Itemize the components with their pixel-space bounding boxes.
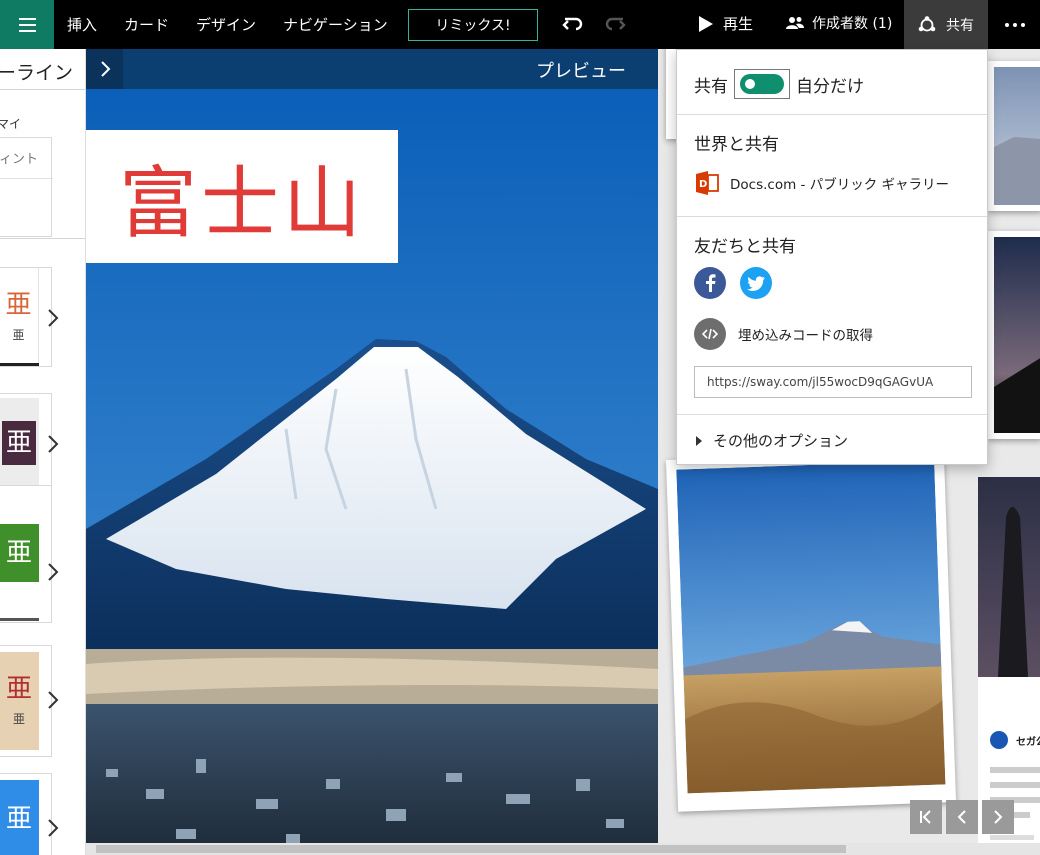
undo-icon[interactable]	[560, 12, 586, 38]
share-toggle[interactable]	[734, 69, 790, 99]
thumb-glyph: 亜	[5, 804, 32, 834]
title-card[interactable]: 富士山	[86, 130, 398, 263]
share-url-field[interactable]	[694, 366, 972, 398]
hero-image: 富士山	[86, 89, 658, 855]
caret-right-icon	[696, 435, 702, 446]
docs-label: Docs.com - パブリック ギャラリー	[730, 177, 949, 193]
divider	[0, 238, 85, 239]
people-icon	[786, 17, 804, 29]
preview-label: プレビュー	[536, 61, 626, 82]
friends-share-title: 友だちと共有	[694, 237, 796, 257]
share-prefix-label: 共有	[694, 76, 728, 97]
code-icon	[694, 318, 726, 350]
summary-label: マイ	[0, 117, 22, 131]
chevron-left-icon	[957, 810, 966, 824]
previous-page-button[interactable]	[946, 800, 978, 834]
share-suffix-label: 自分だけ	[796, 76, 864, 97]
mountain-thumbnail	[994, 67, 1040, 205]
remix-button[interactable]: リミックス!	[408, 9, 538, 41]
divider	[0, 89, 85, 90]
docs-gallery-link[interactable]: D Docs.com - パブリック ギャラリー	[694, 170, 949, 196]
thumb-glyph-small: 亜	[12, 327, 25, 342]
menu-insert[interactable]: 挿入	[67, 14, 97, 35]
menu-design[interactable]: デザイン	[196, 14, 256, 35]
chevron-right-icon	[100, 61, 110, 77]
card-thumbnail: 亜 亜	[0, 652, 39, 750]
photo-card[interactable]	[988, 61, 1040, 211]
storyline-card[interactable]: 亜	[0, 773, 52, 855]
office-docs-icon: D	[696, 171, 719, 195]
thumb-glyph-small: 亜	[12, 711, 25, 726]
chevron-right-icon[interactable]	[45, 817, 61, 839]
chevron-right-icon[interactable]	[45, 433, 61, 455]
storyline-card[interactable]: 亜	[0, 485, 52, 623]
svg-text:D: D	[699, 179, 707, 190]
chevron-right-icon[interactable]	[45, 689, 61, 711]
more-options-expander[interactable]: その他のオプション	[695, 430, 848, 451]
menu-cards[interactable]: カード	[124, 14, 169, 35]
card-thumbnail: 亜	[0, 524, 39, 582]
tweet-photo	[978, 477, 1040, 677]
twitter-icon	[747, 275, 765, 291]
share-icon	[918, 15, 936, 31]
embed-label: 埋め込みコードの取得	[738, 328, 873, 344]
world-share-title: 世界と共有	[694, 135, 779, 155]
share-label: 共有	[946, 17, 974, 34]
twitter-button[interactable]	[740, 267, 772, 299]
tweet-card[interactable]: セガ公	[978, 477, 1040, 855]
authors-label: 作成者数 (1)	[812, 16, 893, 32]
photo-card[interactable]	[665, 450, 957, 812]
share-panel: 共有 自分だけ 世界と共有 D Docs.com - パブリック ギャラリー 友…	[676, 49, 988, 465]
top-toolbar: 挿入 カード デザイン ナビゲーション リミックス! 再生 作成者数 (1) 共…	[0, 0, 1040, 49]
divider	[677, 216, 987, 217]
divider	[677, 414, 987, 415]
preview-header: プレビュー	[86, 49, 658, 89]
authors-button[interactable]: 作成者数 (1)	[786, 13, 892, 33]
first-page-button[interactable]	[910, 800, 942, 834]
chevron-right-icon[interactable]	[45, 561, 61, 583]
play-icon	[699, 15, 713, 32]
field-mountain-photo	[676, 460, 946, 794]
facebook-icon	[706, 274, 716, 292]
expand-panel-button[interactable]	[86, 49, 123, 89]
storyline-title: ーライン	[0, 62, 74, 84]
photo-card[interactable]	[988, 231, 1040, 439]
page-title: 富士山	[118, 158, 365, 249]
more-options-label: その他のオプション	[713, 432, 849, 450]
share-visibility-row: 共有 自分だけ	[694, 69, 864, 99]
summary-field[interactable]: ィント	[0, 137, 53, 237]
hamburger-menu-button[interactable]	[0, 0, 54, 49]
chevron-right-icon	[994, 810, 1003, 824]
more-options-icon[interactable]	[1000, 16, 1030, 34]
skip-back-icon	[920, 810, 931, 824]
scrollbar-thumb[interactable]	[96, 845, 846, 853]
divider	[677, 114, 987, 115]
embed-code-link[interactable]: 埋め込みコードの取得	[694, 318, 873, 350]
summary-placeholder: ィント	[0, 152, 39, 167]
chevron-right-icon[interactable]	[45, 307, 61, 329]
thumb-glyph: 亜	[5, 673, 32, 704]
thumb-glyph: 亜	[5, 538, 32, 568]
share-button[interactable]: 共有	[904, 0, 988, 49]
avatar	[990, 731, 1008, 749]
card-thumbnail: 亜	[0, 398, 39, 488]
menu-navigation[interactable]: ナビゲーション	[283, 14, 388, 35]
horizontal-scrollbar[interactable]	[86, 843, 1040, 855]
card-thumbnail: 亜	[0, 780, 39, 855]
play-button[interactable]: 再生	[698, 13, 753, 34]
storyline-panel: ーライン マイ ィント 亜 亜 亜 亜 亜 亜	[0, 49, 86, 855]
night-mountain-thumbnail	[994, 237, 1040, 433]
next-page-button[interactable]	[982, 800, 1014, 834]
tweet-author: セガ公	[1016, 737, 1040, 748]
card-thumbnail: 亜 亜	[0, 268, 39, 366]
redo-icon[interactable]	[602, 12, 628, 38]
thumb-glyph: 亜	[5, 428, 32, 458]
thumb-glyph: 亜	[5, 289, 32, 320]
play-label: 再生	[723, 15, 754, 33]
facebook-button[interactable]	[694, 267, 726, 299]
